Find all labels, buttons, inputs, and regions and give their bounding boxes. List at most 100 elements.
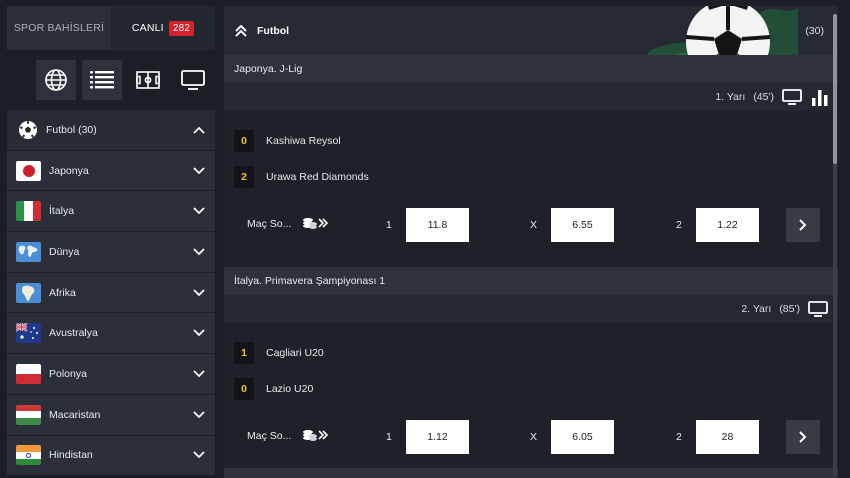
tab-live[interactable]: CANLI 282 [111, 6, 215, 50]
tab-live-label: CANLI [131, 22, 164, 34]
sidebar-item-label: Dünya [49, 245, 80, 258]
match-card: 1 Cagliari U20 0 Lazio U20 Maç So... 1 1… [224, 323, 838, 478]
sidebar-item-africa[interactable]: Afrika [7, 272, 215, 314]
live-events-panel: Futbol (30) Japonya. J-Lig 1. Yarı (45')… [224, 6, 838, 478]
japan-flag-icon [16, 160, 41, 181]
chevron-down-icon [193, 451, 205, 459]
league-header[interactable]: Japonya. J-Lig [224, 55, 838, 83]
odd-button-draw[interactable]: 6.55 [551, 208, 614, 242]
market-name: Maç So... [247, 430, 292, 442]
sidebar-item-hungary[interactable]: Macaristan [7, 394, 215, 436]
coins-icon [303, 218, 329, 229]
market-row: Maç So... 1 1.12 X 6.05 2 28 [224, 420, 838, 454]
tv-icon[interactable] [782, 89, 802, 105]
sidebar-item-world[interactable]: Dünya [7, 232, 215, 273]
odd-label: X [530, 219, 538, 231]
market-name: Maç So... [247, 218, 292, 230]
home-score: 1 [234, 342, 254, 364]
odd-button-home[interactable]: 1.12 [406, 420, 469, 454]
odd-label: 2 [676, 219, 682, 231]
sport-country-list: Futbol (30) Japonya İtalya Dünya Afrika … [7, 110, 215, 477]
sidebar-item-label: Hindistan [49, 449, 93, 462]
list-icon [90, 71, 114, 89]
sidebar-item-label: Avustralya [49, 327, 98, 340]
chevron-right-icon [799, 219, 807, 231]
chevron-down-icon [193, 370, 205, 378]
coins-icon [303, 430, 329, 441]
globe-view-button[interactable] [36, 60, 76, 100]
statistics-icon[interactable] [812, 88, 828, 106]
top-tabs: SPOR BAHİSLERİ CANLI 282 [7, 6, 215, 50]
sidebar-item-japan[interactable]: Japonya [7, 150, 215, 192]
tv-icon [181, 70, 205, 90]
odd-label: 1 [386, 219, 392, 231]
india-flag-icon [16, 445, 41, 466]
australia-flag-icon [16, 323, 41, 344]
chevron-down-icon [193, 329, 205, 337]
match-minute: (85') [779, 303, 800, 315]
football-header[interactable]: Futbol (30) [224, 6, 838, 55]
globe-icon [45, 69, 67, 91]
chevron-down-icon [193, 207, 205, 215]
next-league-header[interactable] [224, 468, 838, 478]
odd-label: X [530, 431, 538, 443]
list-view-button[interactable] [82, 60, 122, 100]
odd-label: 1 [386, 431, 392, 443]
tab-sport-betting-label: SPOR BAHİSLERİ [13, 22, 105, 34]
market-row: Maç So... 1 11.8 X 6.55 2 1.22 [224, 208, 838, 242]
odd-button-away[interactable]: 1.22 [696, 208, 759, 242]
chevron-down-icon [193, 166, 205, 174]
world-map-icon [16, 241, 41, 262]
sidebar-item-india[interactable]: Hindistan [7, 435, 215, 477]
home-score: 0 [234, 130, 254, 152]
away-team: 2 Urawa Red Diamonds [234, 166, 369, 188]
poland-flag-icon [16, 363, 41, 384]
odd-button-home[interactable]: 11.8 [406, 208, 469, 242]
sidebar: SPOR BAHİSLERİ CANLI 282 Futbol (30) Jap… [7, 6, 215, 478]
match-period: 2. Yarı [741, 303, 772, 315]
section-title: Futbol [257, 24, 290, 37]
africa-map-icon [16, 282, 41, 303]
home-team: 1 Cagliari U20 [234, 342, 324, 364]
sidebar-item-australia[interactable]: Avustralya [7, 313, 215, 355]
sidebar-item-label: Afrika [49, 286, 76, 299]
home-team-name: Cagliari U20 [266, 347, 324, 359]
match-minute: (45') [753, 91, 774, 103]
scrollbar[interactable] [833, 14, 837, 476]
away-score: 2 [234, 166, 254, 188]
scrollbar-thumb[interactable] [833, 14, 837, 164]
sidebar-item-poland[interactable]: Polonya [7, 354, 215, 395]
home-team: 0 Kashiwa Reysol [234, 130, 341, 152]
league-name: Japonya. J-Lig [234, 63, 303, 75]
odd-button-draw[interactable]: 6.05 [551, 420, 614, 454]
tab-sport-betting[interactable]: SPOR BAHİSLERİ [7, 6, 111, 50]
section-count: (30) [805, 24, 824, 37]
match-period-bar: 1. Yarı (45') [224, 83, 838, 111]
match-card: 0 Kashiwa Reysol 2 Urawa Red Diamonds Ma… [224, 111, 838, 267]
chevron-up-icon [193, 126, 205, 134]
sidebar-item-label: Futbol (30) [46, 123, 97, 136]
more-markets-button[interactable] [786, 420, 820, 454]
field-view-button[interactable] [128, 60, 168, 100]
more-markets-button[interactable] [786, 208, 820, 242]
soccer-ball-icon [19, 120, 37, 139]
away-team-name: Urawa Red Diamonds [266, 171, 369, 183]
sidebar-item-italy[interactable]: İtalya [7, 191, 215, 233]
double-chevron-up-icon [235, 24, 247, 37]
chevron-right-icon [799, 431, 807, 443]
sidebar-item-football[interactable]: Futbol (30) [7, 110, 215, 151]
away-score: 0 [234, 378, 254, 400]
hungary-flag-icon [16, 404, 41, 425]
match-period-bar: 2. Yarı (85') [224, 295, 838, 323]
sidebar-item-label: İtalya [49, 205, 75, 218]
odd-button-away[interactable]: 28 [696, 420, 759, 454]
league-header[interactable]: İtalya. Primavera Şampiyonası 1 [224, 267, 838, 295]
sidebar-item-label: Macaristan [49, 408, 101, 421]
chevron-down-icon [193, 248, 205, 256]
away-team: 0 Lazio U20 [234, 378, 313, 400]
tv-icon[interactable] [808, 301, 828, 317]
home-team-name: Kashiwa Reysol [266, 135, 341, 147]
sidebar-item-label: Japonya [49, 164, 89, 177]
soccer-ball-banner-icon [648, 6, 798, 55]
tv-view-button[interactable] [173, 60, 213, 100]
